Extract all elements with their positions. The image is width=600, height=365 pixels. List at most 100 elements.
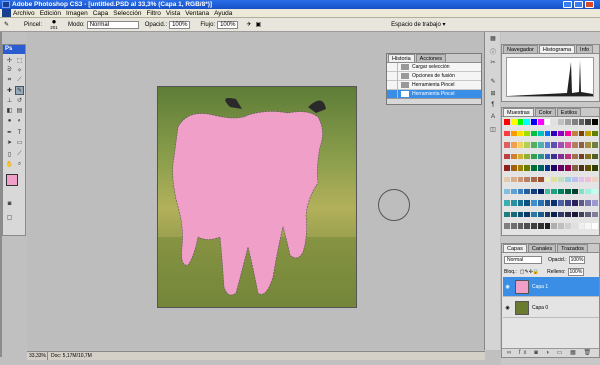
tab-canales[interactable]: Canales <box>527 244 557 252</box>
color-swatch[interactable] <box>558 211 565 218</box>
menu-ventana[interactable]: Ventana <box>185 10 209 17</box>
color-swatch[interactable] <box>592 200 598 206</box>
navigator-dock-icon[interactable]: ▦ <box>488 35 498 44</box>
color-swatch[interactable] <box>517 188 524 195</box>
minimize-button[interactable] <box>563 1 572 8</box>
color-swatch[interactable] <box>578 176 585 183</box>
color-swatch[interactable] <box>571 130 578 137</box>
color-swatch[interactable] <box>558 176 565 183</box>
color-swatch[interactable] <box>510 200 517 206</box>
zoom-level[interactable]: 33,33% <box>27 352 47 360</box>
blend-mode-select[interactable]: Normal <box>504 256 542 264</box>
color-swatch[interactable] <box>565 130 571 137</box>
color-swatch[interactable] <box>524 223 531 229</box>
color-swatch[interactable] <box>558 200 565 206</box>
color-swatch[interactable] <box>571 142 578 148</box>
healing-brush-icon[interactable]: ✚ <box>5 86 14 95</box>
color-swatch[interactable] <box>585 200 592 206</box>
color-swatch[interactable] <box>537 188 544 195</box>
color-swatch[interactable] <box>537 211 544 218</box>
close-button[interactable] <box>585 1 594 8</box>
color-swatch[interactable] <box>524 211 531 218</box>
color-swatch[interactable] <box>510 176 517 183</box>
color-swatch[interactable] <box>504 188 510 195</box>
color-swatch[interactable] <box>524 119 531 125</box>
zoom-tool-icon[interactable]: ⌕ <box>15 160 24 169</box>
color-swatch[interactable] <box>517 211 524 218</box>
color-swatch[interactable] <box>551 211 558 218</box>
airbrush-icon[interactable]: ✈ <box>246 21 251 28</box>
color-swatch[interactable] <box>571 119 578 125</box>
color-swatch[interactable] <box>578 211 585 218</box>
color-swatch[interactable] <box>592 211 598 218</box>
color-swatch[interactable] <box>565 119 571 125</box>
move-tool-icon[interactable]: ✢ <box>5 56 14 65</box>
color-swatch[interactable] <box>537 119 544 125</box>
info-dock-icon[interactable]: ⓘ <box>488 47 498 56</box>
color-swatch[interactable] <box>531 165 537 171</box>
quick-mask-icon[interactable]: ◙ <box>5 199 14 208</box>
foreground-color-swatch[interactable] <box>6 174 18 186</box>
color-swatch[interactable] <box>504 176 510 183</box>
color-swatch[interactable] <box>544 130 551 137</box>
color-swatch[interactable] <box>537 200 544 206</box>
color-swatch[interactable] <box>531 153 537 160</box>
color-swatch[interactable] <box>537 142 544 148</box>
color-swatch[interactable] <box>558 119 565 125</box>
tablet-pressure-icon[interactable]: ▣ <box>255 21 261 28</box>
color-swatch[interactable] <box>592 223 598 229</box>
crop-tool-icon[interactable]: ⌗ <box>5 76 14 85</box>
color-swatch[interactable] <box>510 165 517 171</box>
color-swatch[interactable] <box>510 223 517 229</box>
color-swatch[interactable] <box>510 119 517 125</box>
color-swatch[interactable] <box>571 223 578 229</box>
color-swatch[interactable] <box>544 211 551 218</box>
color-swatch[interactable] <box>585 211 592 218</box>
fill-input[interactable]: 100% <box>567 268 585 276</box>
color-swatch[interactable] <box>517 165 524 171</box>
tab-trazados[interactable]: Trazados <box>557 244 588 252</box>
tab-info[interactable]: Info <box>576 45 594 53</box>
lock-icons[interactable]: ▢✎✢🔒 <box>520 269 539 275</box>
opacity-input[interactable]: 100% <box>169 20 191 29</box>
color-swatch[interactable] <box>504 153 510 160</box>
brush-tool-active-icon[interactable]: ✎ <box>15 86 24 95</box>
color-swatch[interactable] <box>565 153 571 160</box>
color-swatch[interactable] <box>510 211 517 218</box>
slice-tool-icon[interactable]: ⟋ <box>15 76 24 85</box>
color-swatch[interactable] <box>531 188 537 195</box>
color-swatch[interactable] <box>578 200 585 206</box>
color-swatch[interactable] <box>517 176 524 183</box>
menu-archivo[interactable]: Archivo <box>13 10 35 17</box>
color-swatch[interactable] <box>571 153 578 160</box>
color-swatch[interactable] <box>578 119 585 125</box>
color-swatch[interactable] <box>531 200 537 206</box>
color-swatch[interactable] <box>571 188 578 195</box>
color-swatch[interactable] <box>524 142 531 148</box>
menu-seleccion[interactable]: Selección <box>113 10 141 17</box>
color-swatch[interactable] <box>565 211 571 218</box>
color-swatch[interactable] <box>551 153 558 160</box>
color-swatch[interactable] <box>592 165 598 171</box>
tab-muestras[interactable]: Muestras <box>503 108 534 116</box>
color-swatch[interactable] <box>565 142 571 148</box>
color-swatch[interactable] <box>544 165 551 171</box>
flow-input[interactable]: 100% <box>217 20 239 29</box>
color-swatch[interactable] <box>544 153 551 160</box>
eyedropper-icon[interactable]: ⟋ <box>15 150 24 159</box>
blur-tool-icon[interactable]: ● <box>5 116 14 125</box>
type-tool-icon[interactable]: T <box>15 128 24 137</box>
maximize-button[interactable] <box>574 1 583 8</box>
color-swatch[interactable] <box>578 142 585 148</box>
color-swatch[interactable] <box>592 176 598 183</box>
layer-opacity-input[interactable]: 100% <box>568 256 586 264</box>
color-swatch[interactable] <box>578 165 585 171</box>
color-swatch[interactable] <box>565 200 571 206</box>
color-swatch[interactable] <box>504 130 510 137</box>
color-swatch[interactable] <box>551 119 558 125</box>
tab-historia[interactable]: Historia <box>388 54 415 62</box>
color-swatch[interactable] <box>558 165 565 171</box>
color-swatch[interactable] <box>531 223 537 229</box>
color-swatch[interactable] <box>517 153 524 160</box>
gradient-tool-icon[interactable]: ▤ <box>15 106 24 115</box>
